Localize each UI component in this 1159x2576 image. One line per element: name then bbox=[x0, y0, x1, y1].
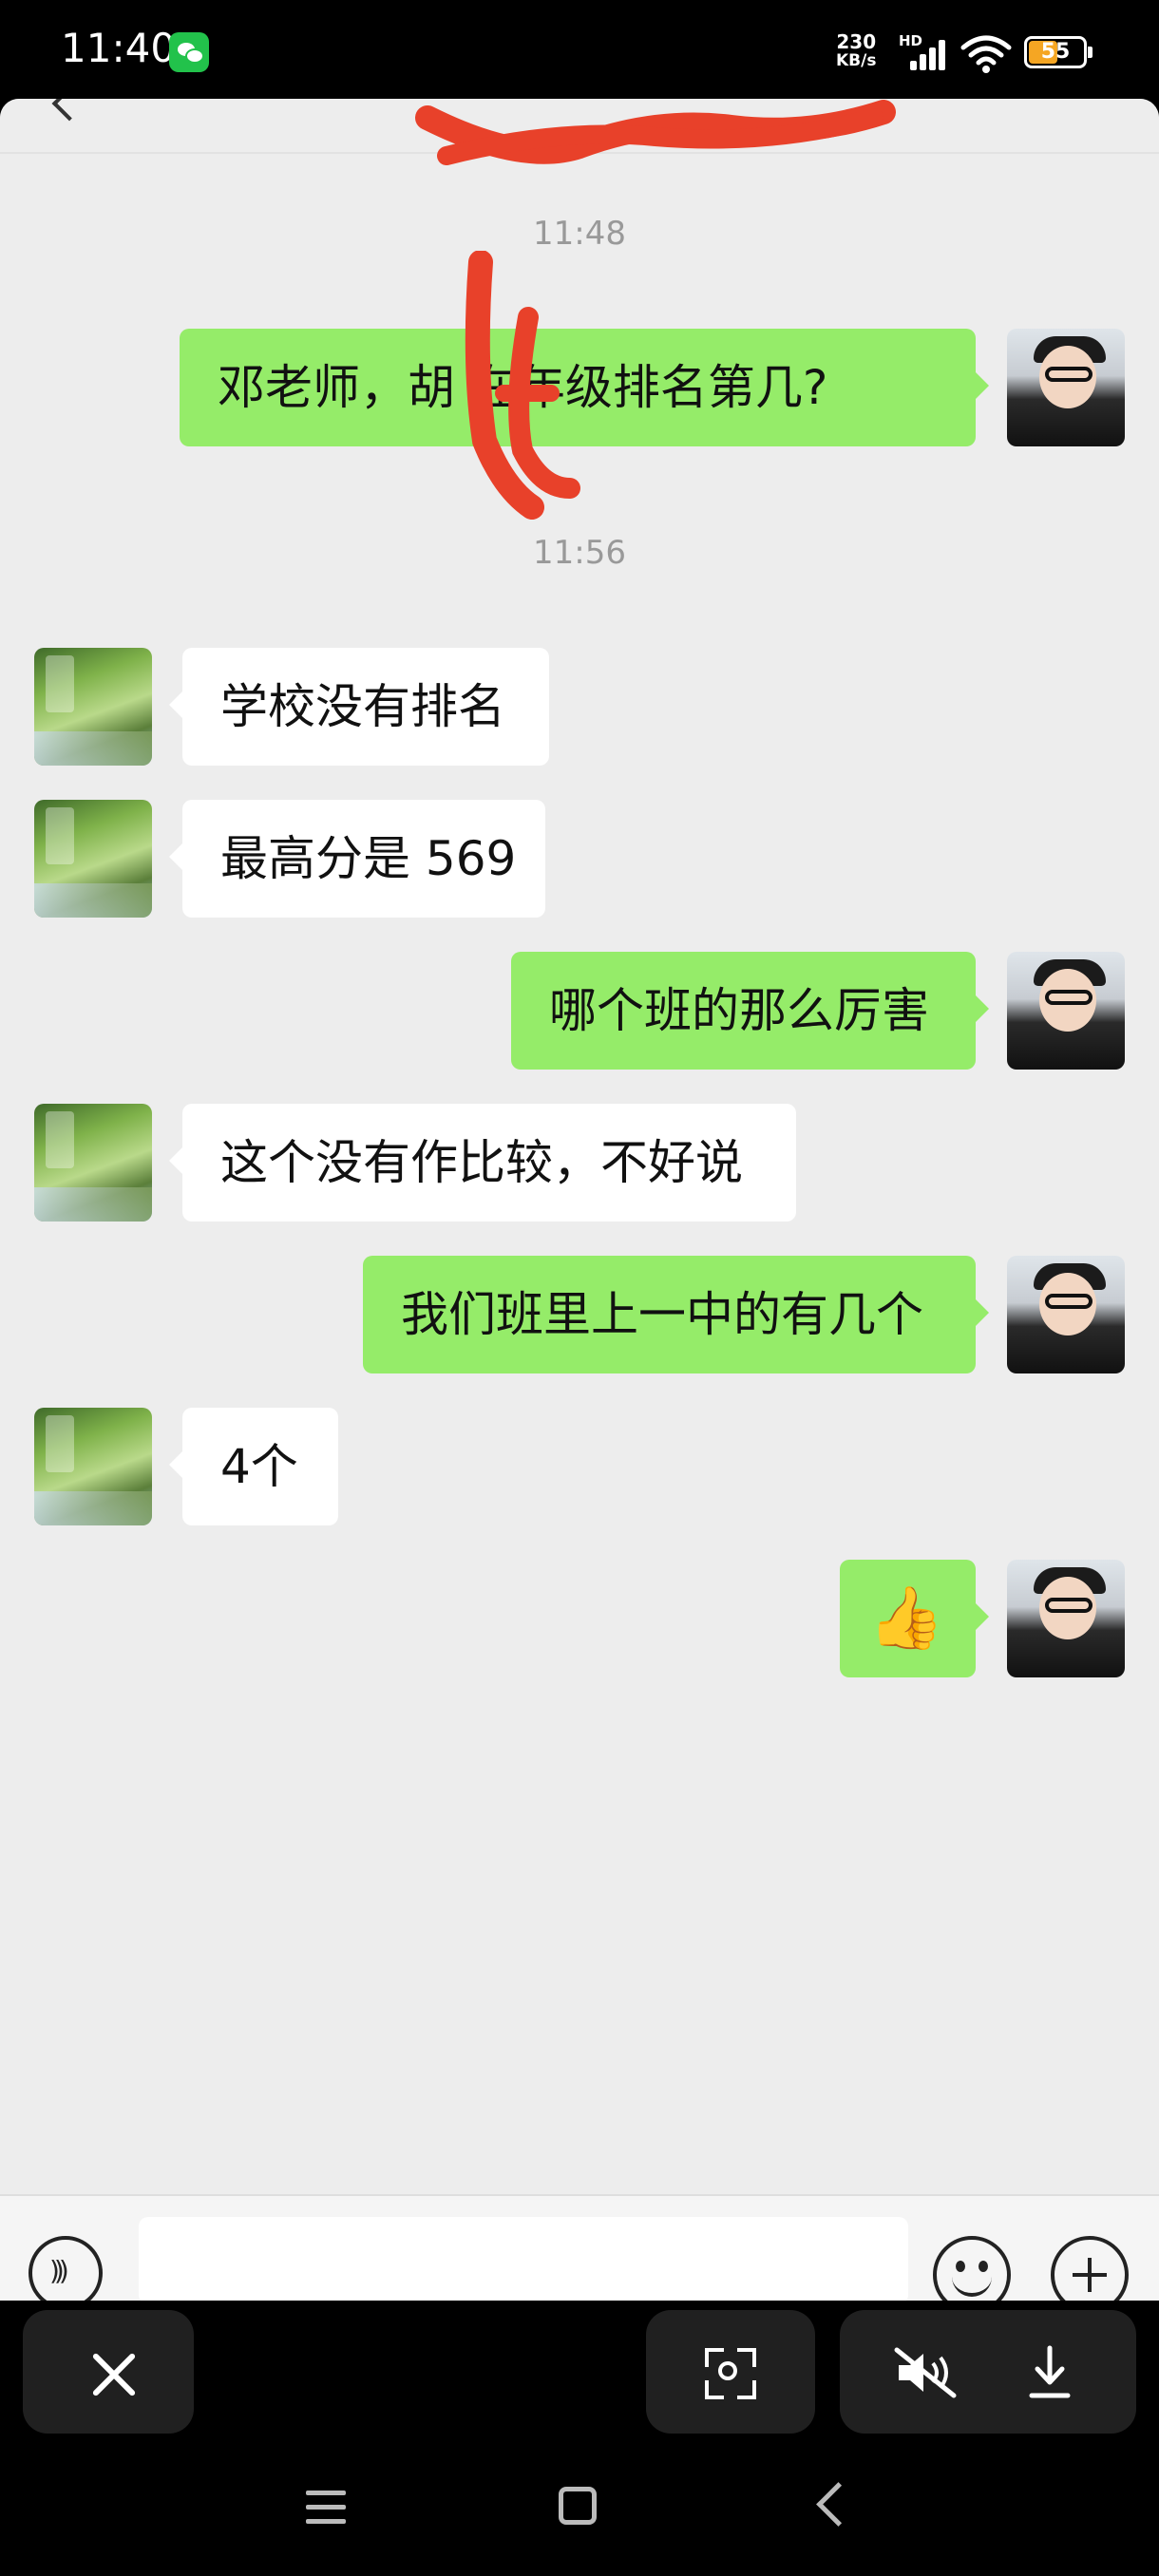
teacher-avatar[interactable] bbox=[34, 800, 152, 918]
my-avatar[interactable] bbox=[1007, 329, 1125, 446]
their-message-bubble[interactable]: 学校没有排名 bbox=[169, 648, 549, 766]
timestamp: 11:48 bbox=[533, 215, 626, 253]
message-input[interactable] bbox=[139, 2217, 908, 2304]
system-nav-bar bbox=[0, 2441, 1159, 2576]
recent-apps-icon[interactable] bbox=[306, 2491, 346, 2525]
message-text: 我们班里上一中的有几个 bbox=[401, 1287, 923, 1342]
home-icon[interactable] bbox=[559, 2487, 597, 2525]
network-speed-value: 230 bbox=[836, 30, 877, 53]
media-controls bbox=[0, 2301, 1159, 2441]
my-message-bubble[interactable]: 哪个班的那么厉害 bbox=[511, 952, 989, 1070]
my-message-bubble[interactable]: 👍 bbox=[840, 1560, 989, 1677]
close-icon bbox=[86, 2346, 142, 2403]
close-button[interactable] bbox=[23, 2310, 194, 2434]
teacher-avatar[interactable] bbox=[34, 648, 152, 766]
timestamp: 11:56 bbox=[533, 534, 626, 572]
network-speed-unit: KB/s bbox=[836, 51, 877, 70]
input-bar bbox=[0, 2194, 1159, 2314]
mute-icon[interactable] bbox=[893, 2346, 960, 2399]
message-text: 4个 bbox=[220, 1439, 298, 1494]
voice-input-button[interactable] bbox=[28, 2236, 103, 2310]
wifi-icon bbox=[960, 35, 1012, 73]
message-text: 最高分是 569 bbox=[220, 831, 517, 886]
mute-download-group bbox=[840, 2310, 1136, 2434]
my-avatar[interactable] bbox=[1007, 1560, 1125, 1677]
thumbs-up-icon: 👍 bbox=[868, 1583, 944, 1654]
back-icon[interactable] bbox=[51, 99, 87, 122]
their-message-bubble[interactable]: 这个没有作比较，不好说 bbox=[169, 1104, 796, 1222]
video-progress-bar[interactable] bbox=[142, 2276, 902, 2282]
status-time: 11:40 bbox=[61, 25, 177, 71]
my-avatar[interactable] bbox=[1007, 1256, 1125, 1373]
my-avatar[interactable] bbox=[1007, 952, 1125, 1070]
chat-area[interactable]: 11:48 邓老师，胡 在年级排名第几? 11:56 学校没有排名 最高分是 5… bbox=[0, 99, 1159, 2194]
their-message-bubble[interactable]: 最高分是 569 bbox=[169, 800, 545, 918]
scan-button[interactable] bbox=[646, 2310, 815, 2434]
teacher-avatar[interactable] bbox=[34, 1104, 152, 1222]
battery-level: 55 bbox=[1040, 40, 1071, 64]
their-message-bubble[interactable]: 4个 bbox=[169, 1408, 338, 1525]
network-speed: 230 KB/s bbox=[836, 32, 876, 70]
signal-icon bbox=[910, 38, 952, 70]
message-text: 这个没有作比较，不好说 bbox=[220, 1135, 743, 1190]
wechat-icon bbox=[169, 32, 209, 72]
nav-back-icon[interactable] bbox=[816, 2482, 861, 2527]
teacher-avatar[interactable] bbox=[34, 1408, 152, 1525]
my-message-bubble[interactable]: 我们班里上一中的有几个 bbox=[363, 1256, 989, 1373]
scan-search-icon bbox=[705, 2348, 756, 2399]
message-text: 哪个班的那么厉害 bbox=[549, 983, 929, 1038]
redaction-scribble-top bbox=[415, 100, 896, 165]
download-icon[interactable] bbox=[1026, 2344, 1074, 2401]
status-bar: 11:40 230 KB/s HD 55 bbox=[0, 0, 1159, 99]
message-text: 学校没有排名 bbox=[220, 679, 505, 734]
battery-icon: 55 bbox=[1024, 36, 1092, 68]
